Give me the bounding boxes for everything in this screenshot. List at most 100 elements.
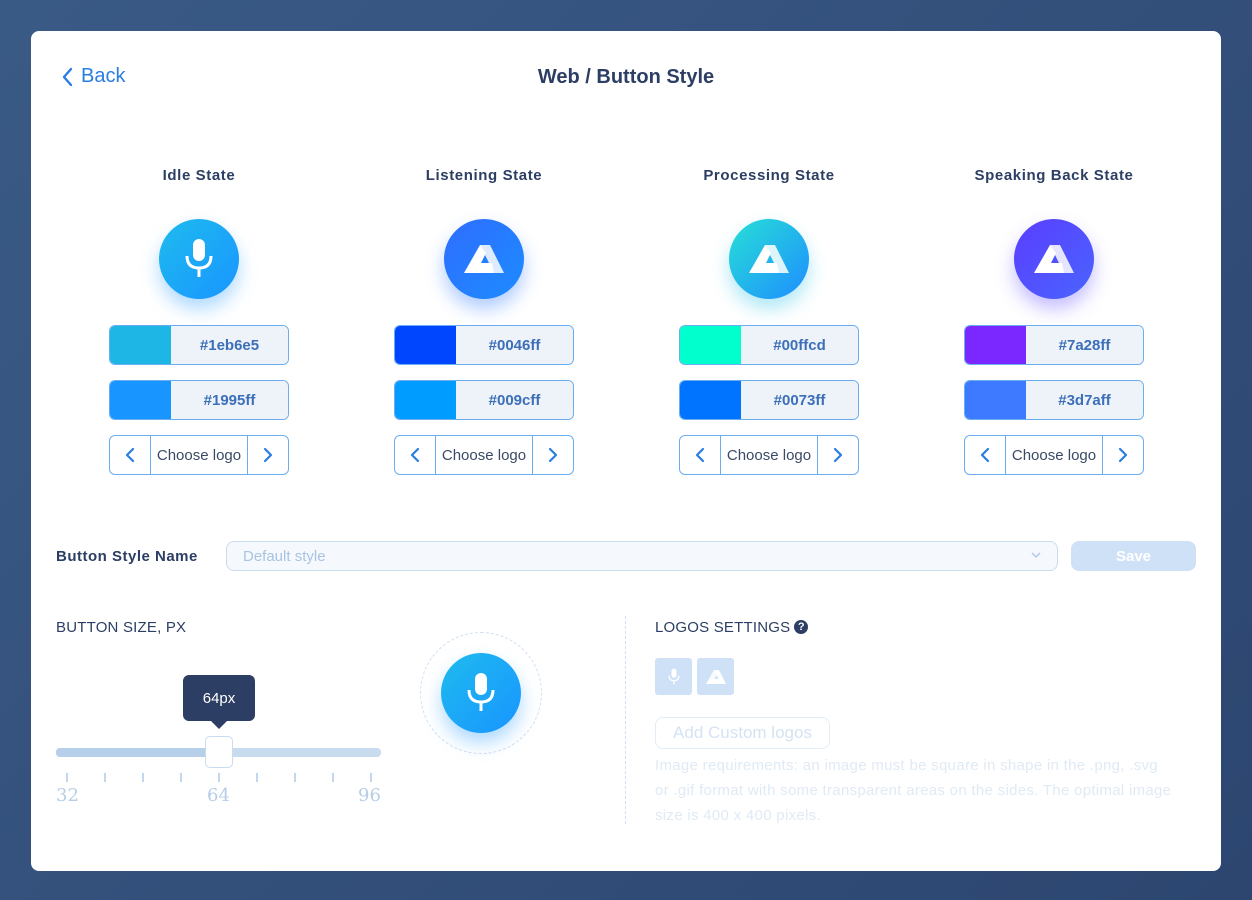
- slider-tick: [332, 773, 334, 782]
- style-name-label: Button Style Name: [56, 548, 198, 565]
- logo-next-button[interactable]: [1103, 436, 1143, 474]
- state-title: Processing State: [703, 167, 835, 184]
- add-custom-logos-button[interactable]: Add Custom logos: [655, 717, 830, 749]
- image-requirements-text: Image requirements: an image must be squ…: [655, 757, 1172, 824]
- chevron-left-icon: [410, 447, 420, 463]
- chevron-left-icon: [125, 447, 135, 463]
- logo-prev-button[interactable]: [680, 436, 720, 474]
- slider-tick: [66, 773, 68, 782]
- chevron-right-icon: [548, 447, 558, 463]
- logo-chooser: Choose logo: [964, 435, 1144, 475]
- secondary-color-value[interactable]: #1995ff: [171, 381, 288, 419]
- primary-color-picker[interactable]: #1eb6e5: [109, 325, 289, 365]
- section-divider: [625, 616, 626, 824]
- style-name-select[interactable]: Default style: [226, 541, 1058, 571]
- secondary-color-picker[interactable]: #0073ff: [679, 380, 859, 420]
- save-button[interactable]: Save: [1071, 541, 1196, 571]
- state-column-idle: Idle State #1eb6e5 #1995ff Choose logo: [109, 167, 289, 475]
- tick-label-max: 96: [358, 785, 381, 806]
- size-slider-fill: [56, 748, 219, 757]
- chevron-right-icon: [1118, 447, 1128, 463]
- style-name-placeholder: Default style: [243, 547, 326, 565]
- state-title: Listening State: [425, 167, 543, 184]
- secondary-color-value[interactable]: #3d7aff: [1026, 381, 1143, 419]
- choose-logo-label[interactable]: Choose logo: [720, 436, 818, 474]
- preview-button: [441, 653, 521, 733]
- logo-next-button[interactable]: [818, 436, 858, 474]
- state-column-listening: Listening State #0046ff #009cff Choose logo: [394, 167, 574, 475]
- brand-logo-icon: [749, 245, 789, 273]
- secondary-color-picker[interactable]: #3d7aff: [964, 380, 1144, 420]
- chevron-down-icon: [1031, 552, 1041, 559]
- logo-thumb-microphone[interactable]: [655, 658, 692, 695]
- secondary-color-swatch[interactable]: [395, 381, 456, 419]
- button-style-card: Back Web / Button Style Idle State #1eb6e…: [31, 31, 1221, 871]
- state-button-preview: [159, 219, 239, 299]
- logo-prev-button[interactable]: [395, 436, 435, 474]
- primary-color-swatch[interactable]: [680, 326, 741, 364]
- button-size-label: BUTTON SIZE, PX: [56, 619, 187, 636]
- slider-tick: [256, 773, 258, 782]
- choose-logo-label[interactable]: Choose logo: [435, 436, 533, 474]
- help-icon[interactable]: ?: [794, 620, 809, 634]
- primary-color-swatch[interactable]: [965, 326, 1026, 364]
- size-tooltip: 64px: [183, 675, 255, 729]
- state-button-preview: [1014, 219, 1094, 299]
- state-title: Speaking Back State: [974, 167, 1134, 184]
- primary-color-picker[interactable]: #0046ff: [394, 325, 574, 365]
- state-column-speaking-back: Speaking Back State #7a28ff #3d7aff Choose …: [964, 167, 1144, 475]
- state-button-preview: [444, 219, 524, 299]
- secondary-color-value[interactable]: #009cff: [456, 381, 573, 419]
- primary-color-value[interactable]: #0046ff: [456, 326, 573, 364]
- logos-settings-heading: LOGOS SETTINGS?: [655, 619, 809, 636]
- logo-next-button[interactable]: [248, 436, 288, 474]
- brand-logo-icon: [1034, 245, 1074, 273]
- slider-tick: [142, 773, 144, 782]
- primary-color-picker[interactable]: #00ffcd: [679, 325, 859, 365]
- slider-tick: [180, 773, 182, 782]
- choose-logo-label[interactable]: Choose logo: [1005, 436, 1103, 474]
- slider-tick: [218, 773, 220, 782]
- secondary-color-picker[interactable]: #009cff: [394, 380, 574, 420]
- secondary-color-swatch[interactable]: [965, 381, 1026, 419]
- logo-prev-button[interactable]: [965, 436, 1005, 474]
- slider-tick: [370, 773, 372, 782]
- state-button-preview: [729, 219, 809, 299]
- brand-logo-icon: [464, 245, 504, 273]
- microphone-icon: [185, 239, 213, 277]
- logo-thumb-brand[interactable]: [697, 658, 734, 695]
- chevron-left-icon: [980, 447, 990, 463]
- button-preview: [420, 632, 542, 754]
- logos-settings-label: LOGOS SETTINGS: [655, 619, 791, 636]
- choose-logo-label[interactable]: Choose logo: [150, 436, 248, 474]
- microphone-icon: [467, 673, 495, 711]
- slider-tick: [294, 773, 296, 782]
- logo-prev-button[interactable]: [110, 436, 150, 474]
- state-title: Idle State: [162, 167, 236, 184]
- state-column-processing: Processing State #00ffcd #0073ff Choose log…: [679, 167, 859, 475]
- tick-label-min: 32: [56, 785, 79, 806]
- brand-logo-icon: [705, 669, 726, 684]
- primary-color-swatch[interactable]: [395, 326, 456, 364]
- secondary-color-value[interactable]: #0073ff: [741, 381, 858, 419]
- primary-color-value[interactable]: #00ffcd: [741, 326, 858, 364]
- primary-color-value[interactable]: #1eb6e5: [171, 326, 288, 364]
- size-slider-thumb[interactable]: [204, 736, 233, 768]
- slider-tick: [104, 773, 106, 782]
- logo-chooser: Choose logo: [394, 435, 574, 475]
- primary-color-swatch[interactable]: [110, 326, 171, 364]
- logo-chooser: Choose logo: [679, 435, 859, 475]
- chevron-left-icon: [695, 447, 705, 463]
- primary-color-picker[interactable]: #7a28ff: [964, 325, 1144, 365]
- secondary-color-swatch[interactable]: [110, 381, 171, 419]
- tick-label-mid: 64: [207, 785, 230, 806]
- secondary-color-picker[interactable]: #1995ff: [109, 380, 289, 420]
- chevron-right-icon: [263, 447, 273, 463]
- logo-next-button[interactable]: [533, 436, 573, 474]
- logo-chooser: Choose logo: [109, 435, 289, 475]
- chevron-right-icon: [833, 447, 843, 463]
- page-title: Web / Button Style: [537, 66, 715, 88]
- primary-color-value[interactable]: #7a28ff: [1026, 326, 1143, 364]
- microphone-icon: [667, 668, 680, 684]
- secondary-color-swatch[interactable]: [680, 381, 741, 419]
